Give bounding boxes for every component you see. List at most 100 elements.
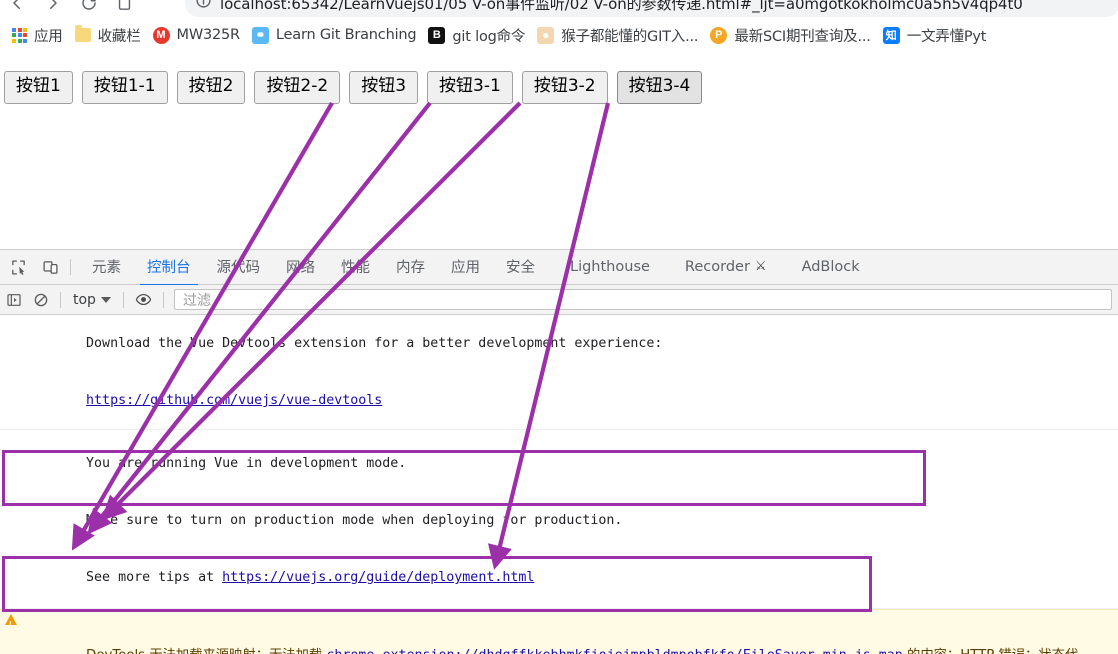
bookmark-sci-journal[interactable]: P 最新SCI期刊查询及...: [706, 22, 878, 49]
tab-performance[interactable]: 性能: [328, 248, 383, 286]
info-circle-icon[interactable]: [195, 0, 212, 14]
page-button-1[interactable]: 按钮1: [4, 71, 73, 104]
tab-label: 网络: [286, 260, 315, 276]
warning-prefix: DevTools 无法加载来源映射：无法加载: [86, 648, 326, 654]
warning-suffix: 的内容：HTTP 错误：状态代: [903, 648, 1078, 654]
console-sidebar-icon[interactable]: [0, 286, 27, 313]
console-filter-input[interactable]: 过滤: [173, 289, 1112, 310]
tab-label: 控制台: [147, 260, 191, 276]
bookmark-zhihu-python[interactable]: 知 一文弄懂Pyt: [879, 22, 995, 49]
bookmark-label: 收藏栏: [97, 28, 141, 45]
chevron-down-icon: [100, 296, 111, 303]
page-button-3-4[interactable]: 按钮3-4: [616, 71, 703, 104]
favicon-p-icon: P: [710, 26, 728, 44]
tab-label: 内存: [396, 260, 425, 276]
toolbar-divider: [122, 291, 124, 308]
reload-icon[interactable]: [80, 0, 98, 12]
page-button-3[interactable]: 按钮3: [349, 71, 419, 104]
log-link[interactable]: https://vuejs.org/guide/deployment.html: [222, 570, 534, 585]
log-text: You are running Vue in development mode.: [86, 456, 407, 471]
tab-label: 性能: [341, 260, 370, 276]
tab-security[interactable]: 安全: [493, 248, 548, 286]
tab-label: 应用: [451, 260, 480, 276]
folder-icon: [74, 25, 91, 42]
page-button-3-1[interactable]: 按钮3-1: [427, 71, 513, 104]
page-button-2-2[interactable]: 按钮2-2: [254, 71, 341, 104]
bookmark-label: 应用: [34, 28, 63, 45]
bookmark-icon[interactable]: [116, 0, 133, 12]
bookmark-label: Learn Git Branching: [275, 27, 417, 43]
tab-elements[interactable]: 元素: [79, 248, 134, 286]
bookmark-mw325r[interactable]: M MW325R: [149, 24, 248, 47]
log-entry-sourcemap-warning[interactable]: DevTools 无法加载来源映射：无法加载 chrome-extension:…: [0, 609, 1118, 654]
log-text: Download the Vue Devtools extension for …: [86, 336, 663, 351]
tab-recorder[interactable]: Recorder ⚔: [663, 251, 780, 284]
back-arrow-icon[interactable]: [8, 0, 26, 12]
warning-link[interactable]: chrome-extension://dhdgffkkebhmkfjojejmp…: [326, 648, 902, 654]
tab-label: 源代码: [216, 260, 261, 276]
page-button-2[interactable]: 按钮2: [176, 71, 246, 104]
url-text: localhost:65342/LearnVuejs01/05 V-on事件监听…: [220, 0, 1023, 13]
tab-label: 元素: [92, 260, 121, 276]
bookmark-label: MW325R: [176, 27, 241, 43]
devtools-tabbar: 元素 控制台 源代码 网络 性能 内存 应用 安全 Lighthouse Rec…: [0, 248, 1118, 286]
browser-omnibox-strip: localhost:65342/LearnVuejs01/05 V-on事件监听…: [0, 0, 1118, 17]
tab-label: 安全: [506, 260, 535, 276]
bookmark-monkey-git[interactable]: ● 猴子都能懂的GIT入...: [533, 22, 706, 49]
warning-triangle-icon: [5, 614, 17, 633]
filter-placeholder: 过滤: [182, 292, 211, 309]
page-button-row: 按钮1 按钮1-1 按钮2 按钮2-2 按钮3 按钮3-1 按钮3-2 按钮3-…: [4, 71, 703, 104]
bookmark-label: git log命令: [452, 28, 526, 45]
clear-console-icon[interactable]: [27, 286, 54, 313]
tab-label: Recorder: [684, 258, 750, 275]
favicon-m-icon: M: [152, 26, 170, 44]
url-bar[interactable]: localhost:65342/LearnVuejs01/05 V-on事件监听…: [185, 0, 1118, 17]
bookmark-label: 一文弄懂Pyt: [906, 28, 987, 45]
page-button-3-2[interactable]: 按钮3-2: [521, 71, 608, 104]
log-entry-vue-dev-mode-line2[interactable]: Make sure to turn on production mode whe…: [0, 492, 1118, 549]
console-toolbar: top 过滤: [0, 285, 1118, 315]
tab-lighthouse[interactable]: Lighthouse: [548, 251, 663, 284]
tab-network[interactable]: 网络: [273, 248, 328, 286]
bookmark-folder[interactable]: 收藏栏: [71, 22, 149, 49]
log-text: Make sure to turn on production mode whe…: [86, 513, 623, 528]
live-expression-eye-icon[interactable]: [130, 286, 157, 313]
tab-label: AdBlock: [801, 258, 860, 275]
forward-arrow-icon[interactable]: [44, 0, 62, 12]
favicon-b-icon: B: [428, 26, 446, 44]
page-button-1-1[interactable]: 按钮1-1: [81, 71, 168, 104]
flask-icon: ⚔: [754, 259, 767, 274]
apps-grid-icon: [12, 27, 27, 43]
log-entry-vue-devtools-link[interactable]: https://github.com/vuejs/vue-devtools: [0, 372, 1118, 430]
log-link[interactable]: https://github.com/vuejs/vue-devtools: [86, 393, 382, 408]
tab-sources[interactable]: 源代码: [204, 248, 274, 286]
bookmark-apps[interactable]: 应用: [8, 22, 71, 49]
favicon-zhihu-icon: 知: [882, 26, 900, 44]
favicon-git-icon: ⚭: [251, 26, 269, 44]
tab-memory[interactable]: 内存: [383, 248, 438, 286]
toolbar-divider: [60, 291, 61, 308]
tab-adblock[interactable]: AdBlock: [780, 251, 873, 284]
bookmark-learn-git-branching[interactable]: ⚭ Learn Git Branching: [248, 24, 424, 47]
tab-console[interactable]: 控制台: [134, 248, 204, 286]
devtools-panel: 元素 控制台 源代码 网络 性能 内存 应用 安全 Lighthouse Rec…: [0, 249, 1118, 654]
web-page-viewport: 按钮1 按钮1-1 按钮2 按钮2-2 按钮3 按钮3-1 按钮3-2 按钮3-…: [0, 53, 1118, 249]
execution-context-label: top: [73, 291, 96, 308]
log-entry-vue-dev-mode-line1[interactable]: You are running Vue in development mode.: [0, 430, 1118, 492]
log-entry-vue-dev-mode-line3[interactable]: See more tips at https://vuejs.org/guide…: [0, 549, 1118, 609]
screenshot-root: localhost:65342/LearnVuejs01/05 V-on事件监听…: [0, 0, 1118, 654]
device-toolbar-icon[interactable]: [36, 253, 64, 281]
execution-context-selector[interactable]: top: [67, 292, 117, 308]
console-output-list[interactable]: Download the Vue Devtools extension for …: [0, 315, 1118, 654]
inspect-element-icon[interactable]: [4, 253, 32, 281]
tab-label: Lighthouse: [570, 258, 650, 275]
toolbar-divider: [70, 259, 71, 275]
bookmark-git-log[interactable]: B git log命令: [424, 22, 533, 49]
bookmark-label: 最新SCI期刊查询及...: [734, 28, 871, 45]
bookmark-label: 猴子都能懂的GIT入...: [561, 28, 699, 45]
bookmarks-bar: 应用 收藏栏 M MW325R ⚭ Learn Git Branching B …: [0, 17, 1118, 53]
tab-application[interactable]: 应用: [438, 248, 493, 286]
toolbar-divider: [162, 291, 164, 308]
log-text: See more tips at: [86, 570, 223, 585]
log-entry-vue-devtools-tip[interactable]: Download the Vue Devtools extension for …: [0, 315, 1118, 372]
